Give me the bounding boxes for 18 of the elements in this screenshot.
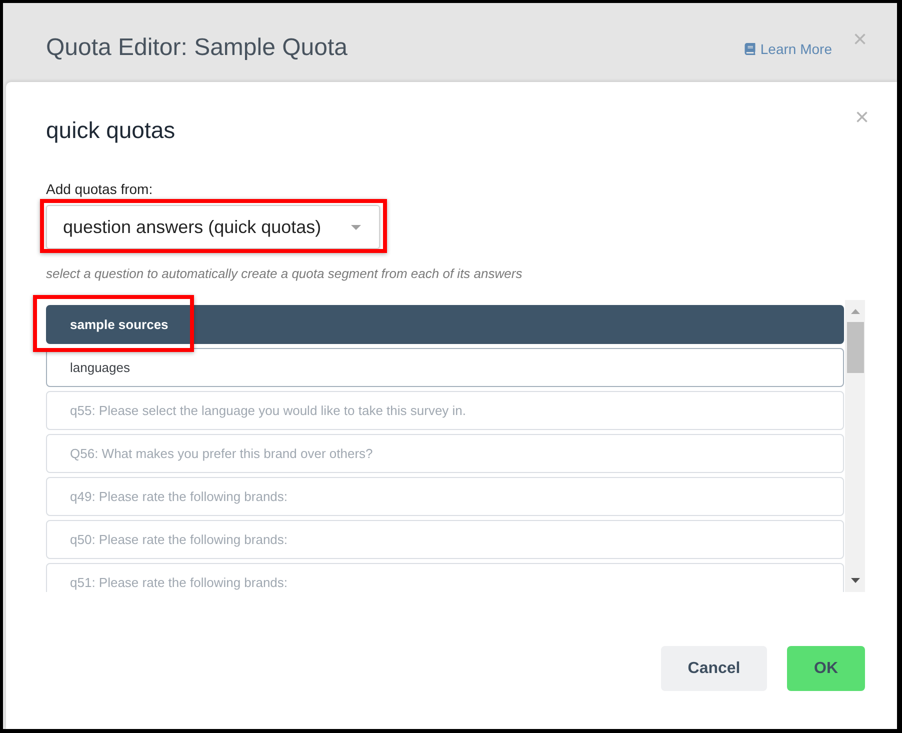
panel-title: quick quotas bbox=[46, 116, 176, 144]
ok-button[interactable]: OK bbox=[787, 646, 865, 691]
scrollbar[interactable] bbox=[845, 300, 865, 592]
caret-icon bbox=[351, 224, 361, 230]
field-label: Add quotas from: bbox=[46, 180, 153, 199]
learn-more-link[interactable]: Learn More bbox=[744, 39, 832, 59]
scroll-up-icon[interactable] bbox=[850, 309, 860, 314]
close-button[interactable]: × bbox=[854, 105, 869, 131]
scroll-down-icon[interactable] bbox=[850, 578, 860, 583]
source-dropdown[interactable]: question answers (quick quotas) bbox=[46, 205, 380, 249]
hint-text: select a question to automatically create a quota segment from each of its answers bbox=[46, 265, 522, 283]
book-icon bbox=[744, 43, 756, 55]
cancel-button[interactable]: Cancel bbox=[661, 646, 767, 691]
scrollbar-thumb[interactable] bbox=[846, 322, 864, 373]
close-button[interactable]: × bbox=[852, 27, 867, 53]
question-item[interactable]: languages bbox=[46, 348, 844, 387]
dialog-title: Quota Editor: Sample Quota bbox=[46, 33, 348, 63]
question-item[interactable]: sample sources bbox=[46, 305, 844, 344]
